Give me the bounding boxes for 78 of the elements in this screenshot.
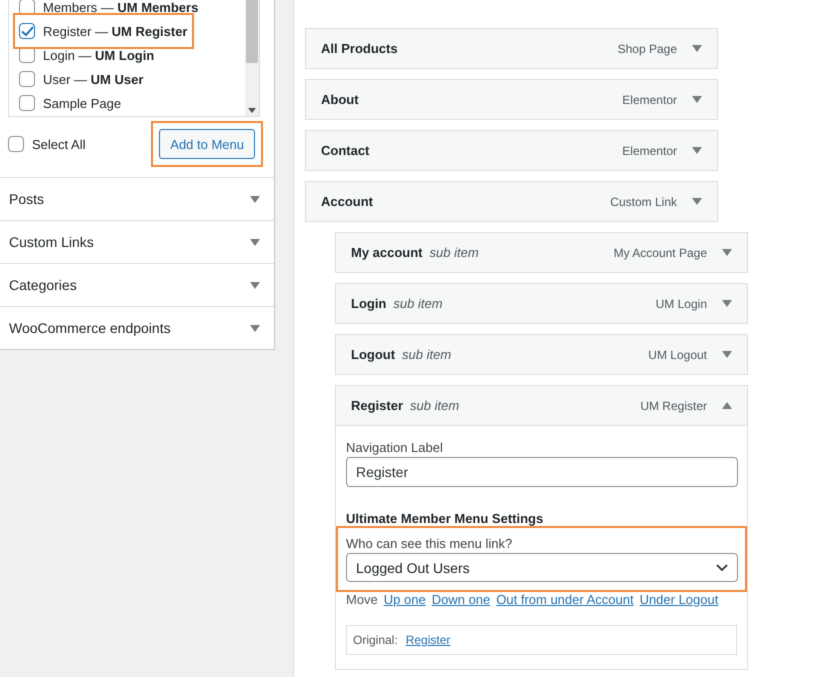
menu-item-bar[interactable]: All Products Shop Page <box>305 28 718 69</box>
menu-item-bar[interactable]: Contact Elementor <box>305 130 718 171</box>
down-arrow-icon[interactable] <box>250 196 260 202</box>
menu-item-title: Contact <box>321 143 370 158</box>
menu-item-type: My Account Page <box>614 246 707 260</box>
move-link[interactable]: Out from under Account <box>496 592 634 607</box>
menu-item-type: UM Register <box>640 398 707 412</box>
page-label: Login — UM Login <box>43 48 154 62</box>
section-title: Custom Links <box>9 234 94 250</box>
checkbox[interactable] <box>19 71 35 87</box>
menu-item-title: Account <box>321 194 373 209</box>
page-option[interactable]: User — UM User <box>19 67 144 91</box>
menu-item-title: Register <box>351 398 404 413</box>
menu-item-type: Elementor <box>622 144 677 158</box>
move-link[interactable]: Down one <box>432 592 490 607</box>
accordion-section[interactable]: Custom Links <box>0 220 274 263</box>
menu-item-bar[interactable]: My account sub item My Account Page <box>335 232 748 273</box>
down-arrow-icon[interactable] <box>250 324 260 332</box>
up-arrow-icon[interactable] <box>722 402 732 409</box>
menu-item-title: All Products <box>321 41 398 56</box>
down-arrow-icon[interactable] <box>692 198 702 205</box>
menu-item-title: About <box>321 92 359 107</box>
page-option[interactable]: Login — UM Login <box>19 43 154 67</box>
page-label: Register — UM Register <box>43 24 188 38</box>
highlight-frame[interactable]: Register — UM Register <box>19 19 188 43</box>
chevron-down-icon <box>716 564 728 572</box>
down-arrow-icon[interactable] <box>722 351 732 358</box>
sub-item-label: sub item <box>393 296 443 311</box>
field-label: Who can see this menu link? <box>346 536 514 551</box>
checkbox[interactable] <box>8 136 24 152</box>
select-all-label: Select All <box>32 136 86 152</box>
menu-item-bar[interactable]: About Elementor <box>305 79 718 120</box>
page-label: User — UM User <box>43 72 144 86</box>
page-label: Sample Page <box>43 96 122 110</box>
move-link[interactable]: Under Logout <box>640 592 718 607</box>
section-title: Ultimate Member Menu Settings <box>346 511 544 526</box>
down-arrow-icon[interactable] <box>692 45 702 52</box>
page-label: Members — UM Members <box>43 0 198 14</box>
menu-item-title: My account <box>351 245 423 260</box>
menu-item-bar[interactable]: Logout sub item UM Logout <box>335 334 748 375</box>
menu-item-title: Login <box>351 296 386 311</box>
accordion-section[interactable]: WooCommerce endpoints <box>0 306 274 349</box>
move-label: Move <box>346 592 378 607</box>
move-link[interactable]: Up one <box>384 592 426 607</box>
accordion-section[interactable]: Categories <box>0 263 274 306</box>
down-arrow-icon[interactable] <box>722 249 732 256</box>
menu-item-type: Custom Link <box>610 194 677 208</box>
menu-item-bar[interactable]: Account Custom Link <box>305 181 718 222</box>
down-arrow-icon[interactable] <box>692 147 702 154</box>
section-title: Posts <box>9 191 44 207</box>
original-link[interactable]: Register <box>406 633 450 647</box>
field-label: Navigation Label <box>346 440 444 455</box>
page-option[interactable]: Members — UM Members <box>19 0 198 19</box>
sub-item-label: sub item <box>430 245 479 260</box>
page-option[interactable]: Sample Page <box>19 91 122 115</box>
scrollbar-drawing[interactable] <box>245 0 259 116</box>
menu-item-bar[interactable]: Register sub item UM Register <box>335 385 748 426</box>
checkbox[interactable] <box>19 23 35 39</box>
sub-item-label: sub item <box>402 347 452 362</box>
section-title: Categories <box>9 277 77 293</box>
menu-item-type: UM Login <box>656 296 707 310</box>
accordion-section[interactable]: Posts <box>0 177 274 220</box>
section-title: WooCommerce endpoints <box>9 320 171 336</box>
sub-item-label: sub item <box>410 398 460 413</box>
add-to-menu-button[interactable]: Add to Menu <box>159 129 255 159</box>
down-arrow-icon[interactable] <box>722 300 732 307</box>
menu-item-bar[interactable]: Login sub item UM Login <box>335 283 748 324</box>
visibility-select[interactable]: Logged Out Users <box>346 553 738 582</box>
menu-item-title: Logout <box>351 347 396 362</box>
menu-item-type: UM Logout <box>648 348 707 362</box>
down-arrow-icon[interactable] <box>250 238 260 246</box>
original-label: Original: <box>353 633 398 647</box>
down-arrow-icon[interactable] <box>250 282 260 288</box>
menu-item-type: Elementor <box>622 92 677 106</box>
down-arrow-icon[interactable] <box>692 96 702 103</box>
menu-item-type: Shop Page <box>618 42 677 56</box>
checkbox[interactable] <box>19 95 35 111</box>
navigation-label-input[interactable]: Register <box>346 457 738 487</box>
